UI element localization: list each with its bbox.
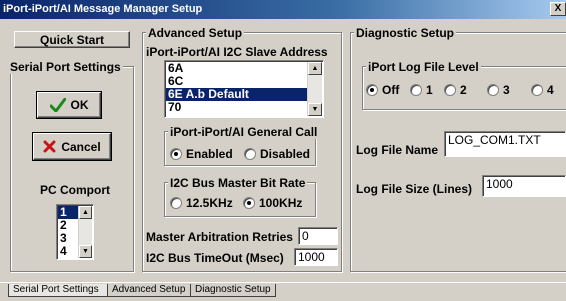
log-level-4-radio[interactable]: 4 [531, 83, 554, 97]
comport-item[interactable]: 4 [58, 245, 78, 258]
comport-item[interactable]: 2 [58, 219, 78, 232]
checkmark-icon [49, 98, 66, 112]
tab-advanced-setup-label: Advanced Setup [112, 284, 186, 295]
pc-comport-label: PC Comport [40, 183, 110, 197]
bitrate-100khz-radio[interactable]: 100KHz [243, 196, 302, 210]
serial-port-settings-title: Serial Port Settings [8, 60, 123, 74]
log-file-name-label: Log File Name [356, 143, 439, 157]
general-call-disabled-radio[interactable]: Disabled [244, 147, 310, 161]
log-level-off-radio[interactable]: Off [366, 83, 399, 97]
scroll-down-icon[interactable]: ▼ [308, 103, 322, 116]
arbitration-retries-label: Master Arbitration Retries [146, 230, 293, 244]
comport-item[interactable]: 1 [58, 206, 78, 219]
general-call-title: iPort-iPort/AI General Call [168, 125, 320, 139]
cancel-button[interactable]: Cancel [32, 132, 112, 161]
tab-strip-divider [0, 282, 566, 283]
log-file-name-input[interactable]: LOG_COM1.TXT [444, 131, 566, 157]
log-level-2-label: 2 [460, 83, 467, 97]
close-button[interactable]: X [550, 2, 566, 16]
tab-advanced-setup[interactable]: Advanced Setup [107, 284, 191, 297]
general-call-enabled-radio[interactable]: Enabled [170, 147, 233, 161]
red-x-icon [43, 140, 56, 153]
tab-serial-port-settings[interactable]: Serial Port Settings [8, 284, 108, 297]
general-call-disabled-label: Disabled [260, 147, 311, 161]
radio-unchecked-icon[interactable] [170, 197, 182, 209]
quick-start-button[interactable]: Quick Start [14, 31, 130, 48]
window-title: iPort-iPort/AI Message Manager Setup [3, 3, 203, 15]
bitrate-12-5khz-radio[interactable]: 12.5KHz [170, 196, 233, 210]
comport-scrollbar[interactable]: ▲ ▼ [78, 206, 92, 258]
address-item[interactable]: 70 [166, 101, 307, 114]
log-level-off-label: Off [382, 83, 400, 97]
advanced-setup-title: Advanced Setup [146, 26, 245, 40]
address-scrollbar[interactable]: ▲ ▼ [307, 62, 322, 116]
ok-label: OK [70, 98, 89, 112]
bitrate-100khz-label: 100KHz [259, 196, 303, 210]
bus-timeout-label: I2C Bus TimeOut (Msec) [146, 251, 284, 265]
log-level-1-label: 1 [426, 83, 433, 97]
cancel-label: Cancel [61, 139, 101, 154]
log-level-2-radio[interactable]: 2 [444, 83, 467, 97]
log-level-title: iPort Log File Level [366, 60, 481, 74]
tab-diagnostic-setup-label: Diagnostic Setup [195, 284, 271, 295]
slave-address-listbox[interactable]: 6A 6C 6E A.b Default 70 ▲ ▼ [164, 60, 324, 118]
log-level-3-radio[interactable]: 3 [487, 83, 510, 97]
bus-timeout-input[interactable]: 1000 [294, 248, 338, 266]
radio-unchecked-icon[interactable] [531, 84, 543, 96]
log-level-3-label: 3 [503, 83, 510, 97]
radio-unchecked-icon[interactable] [410, 84, 422, 96]
log-file-size-label: Log File Size (Lines) [356, 182, 473, 196]
slave-address-label: iPort-iPort/AI I2C Slave Address [146, 45, 328, 59]
scroll-up-icon[interactable]: ▲ [79, 206, 92, 219]
scroll-down-icon[interactable]: ▼ [79, 245, 92, 258]
address-item[interactable]: 6A [166, 62, 307, 75]
ok-button[interactable]: OK [36, 91, 102, 119]
log-file-size-input[interactable]: 1000 [482, 175, 566, 197]
general-call-enabled-label: Enabled [186, 147, 233, 161]
radio-unchecked-icon[interactable] [244, 148, 256, 160]
tab-diagnostic-setup[interactable]: Diagnostic Setup [190, 284, 276, 297]
address-item[interactable]: 6C [166, 75, 307, 88]
arbitration-retries-input[interactable]: 0 [298, 227, 338, 245]
quick-start-label: Quick Start [39, 32, 105, 47]
bitrate-title: I2C Bus Master Bit Rate [168, 176, 308, 190]
tab-serial-port-settings-label: Serial Port Settings [13, 284, 99, 295]
log-level-4-label: 4 [547, 83, 554, 97]
comport-listbox[interactable]: 1 2 3 4 ▲ ▼ [56, 204, 94, 260]
address-item-selected[interactable]: 6E A.b Default [166, 88, 307, 101]
radio-checked-icon[interactable] [170, 148, 182, 160]
bitrate-12-5khz-label: 12.5KHz [186, 196, 233, 210]
radio-unchecked-icon[interactable] [487, 84, 499, 96]
radio-checked-icon[interactable] [366, 84, 378, 96]
comport-item[interactable]: 3 [58, 232, 78, 245]
diagnostic-setup-title: Diagnostic Setup [354, 26, 457, 40]
scroll-up-icon[interactable]: ▲ [308, 62, 322, 75]
radio-checked-icon[interactable] [243, 197, 255, 209]
log-level-1-radio[interactable]: 1 [410, 83, 433, 97]
window-title-bar[interactable]: iPort-iPort/AI Message Manager Setup [0, 0, 566, 19]
radio-unchecked-icon[interactable] [444, 84, 456, 96]
close-icon: X [554, 3, 562, 14]
